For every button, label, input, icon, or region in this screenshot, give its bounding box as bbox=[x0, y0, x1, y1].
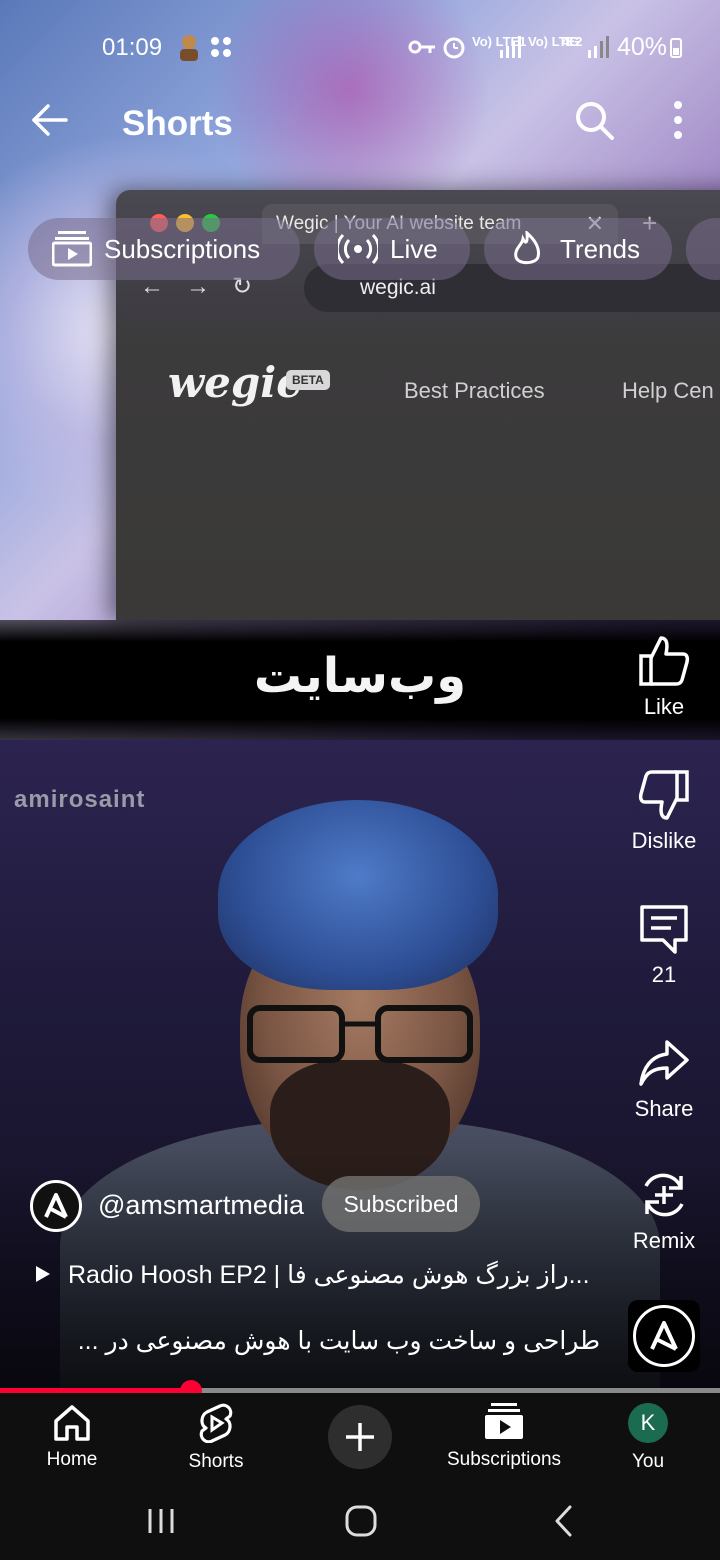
page-title: Shorts bbox=[122, 104, 233, 143]
person-hair bbox=[218, 800, 498, 990]
remix-button[interactable]: Remix bbox=[614, 1168, 714, 1254]
chip-subscriptions-label: Subscriptions bbox=[104, 234, 261, 264]
nav-shorts[interactable]: Shorts bbox=[146, 1393, 286, 1473]
remix-icon bbox=[644, 1173, 684, 1217]
channel-avatar[interactable] bbox=[30, 1180, 82, 1232]
status-bar: 01:09 Vo) LTE1 Vo) LTE2 4G 40% bbox=[0, 0, 720, 92]
vpn-key-icon bbox=[408, 40, 435, 54]
chip-subscriptions[interactable]: Subscriptions bbox=[28, 218, 300, 280]
share-button[interactable]: Share bbox=[614, 1036, 714, 1122]
thumbs-up-icon bbox=[639, 636, 690, 686]
live-icon bbox=[338, 233, 378, 265]
dislike-label: Dislike bbox=[631, 828, 697, 853]
chip-trends-label: Trends bbox=[560, 234, 640, 264]
dislike-button[interactable]: Dislike bbox=[614, 768, 714, 854]
nav-subscriptions[interactable]: Subscriptions bbox=[434, 1393, 574, 1471]
channel-handle[interactable]: @amsmartmedia bbox=[98, 1190, 304, 1221]
video-description[interactable]: طراحی و ساخت وب سایت با هوش مصنوعی در ..… bbox=[28, 1326, 600, 1356]
subscriptions-filled-icon bbox=[485, 1403, 523, 1439]
chip-trends[interactable]: Trends bbox=[484, 218, 672, 280]
channel-logo-icon bbox=[44, 1193, 68, 1219]
apps-notification-icon bbox=[211, 37, 231, 57]
wegic-logo: wegic bbox=[168, 358, 302, 407]
battery-percent: 40% bbox=[617, 33, 668, 61]
chip-live[interactable]: Live bbox=[314, 218, 470, 280]
site-menu-best-practices: Best Practices bbox=[404, 378, 545, 403]
comments-button[interactable]: 21 bbox=[614, 902, 714, 988]
home-icon bbox=[54, 1405, 90, 1441]
system-navigation-bar bbox=[0, 1490, 720, 1560]
video-watermark: amirosaint bbox=[14, 786, 146, 813]
browser-page: wegic BETA Best Practices Help Cen bbox=[116, 322, 720, 620]
remix-source-thumbnail[interactable] bbox=[628, 1300, 700, 1372]
status-time: 01:09 bbox=[102, 34, 163, 61]
back-arrow-icon[interactable] bbox=[28, 98, 72, 142]
comment-icon bbox=[640, 905, 688, 954]
like-label: Like bbox=[643, 694, 685, 719]
trends-icon bbox=[514, 231, 540, 265]
notification-avatar-icon bbox=[180, 35, 198, 61]
chip-live-label: Live bbox=[390, 234, 438, 264]
nav-home[interactable]: Home bbox=[2, 1393, 142, 1471]
account-avatar: K bbox=[628, 1403, 668, 1443]
share-icon bbox=[639, 1040, 689, 1086]
channel-logo-icon bbox=[650, 1321, 678, 1351]
create-button[interactable] bbox=[328, 1405, 392, 1469]
person-glasses bbox=[247, 1005, 473, 1063]
share-label: Share bbox=[634, 1096, 694, 1121]
system-back-icon[interactable] bbox=[552, 1504, 576, 1538]
subscribed-button[interactable]: Subscribed bbox=[322, 1176, 480, 1232]
subscriptions-icon bbox=[52, 231, 92, 267]
site-menu-help-center: Help Cen bbox=[622, 378, 714, 403]
comments-count: 21 bbox=[651, 962, 677, 987]
recent-apps-icon[interactable] bbox=[146, 1506, 176, 1536]
nav-shorts-label: Shorts bbox=[188, 1451, 244, 1472]
network2-type: 4G bbox=[562, 34, 580, 49]
more-options-icon[interactable] bbox=[660, 98, 696, 142]
remix-label: Remix bbox=[632, 1228, 696, 1253]
video-title[interactable]: Radio Hoosh EP2 | راز بزرگ هوش مصنوعی فا… bbox=[68, 1260, 590, 1290]
thumbs-down-icon bbox=[638, 770, 689, 820]
battery-icon bbox=[670, 38, 682, 58]
nav-subscriptions-label: Subscriptions bbox=[446, 1449, 562, 1470]
play-icon bbox=[36, 1266, 50, 1282]
plus-icon bbox=[346, 1423, 374, 1451]
alarm-icon bbox=[443, 37, 465, 59]
like-button[interactable]: Like bbox=[614, 634, 714, 720]
signal1-icon bbox=[500, 36, 521, 58]
nav-you-label: You bbox=[631, 1451, 665, 1472]
beta-badge: BETA bbox=[286, 370, 330, 390]
nav-you[interactable]: K You bbox=[578, 1393, 718, 1473]
signal2-icon bbox=[588, 36, 609, 58]
nav-home-label: Home bbox=[46, 1449, 98, 1470]
home-button-icon[interactable] bbox=[344, 1504, 378, 1538]
bottom-navigation: Home Shorts Subscriptions K You bbox=[0, 1393, 720, 1490]
video-caption: وب‌سایت bbox=[253, 648, 467, 704]
search-icon[interactable] bbox=[572, 98, 616, 142]
shorts-icon bbox=[199, 1403, 233, 1443]
